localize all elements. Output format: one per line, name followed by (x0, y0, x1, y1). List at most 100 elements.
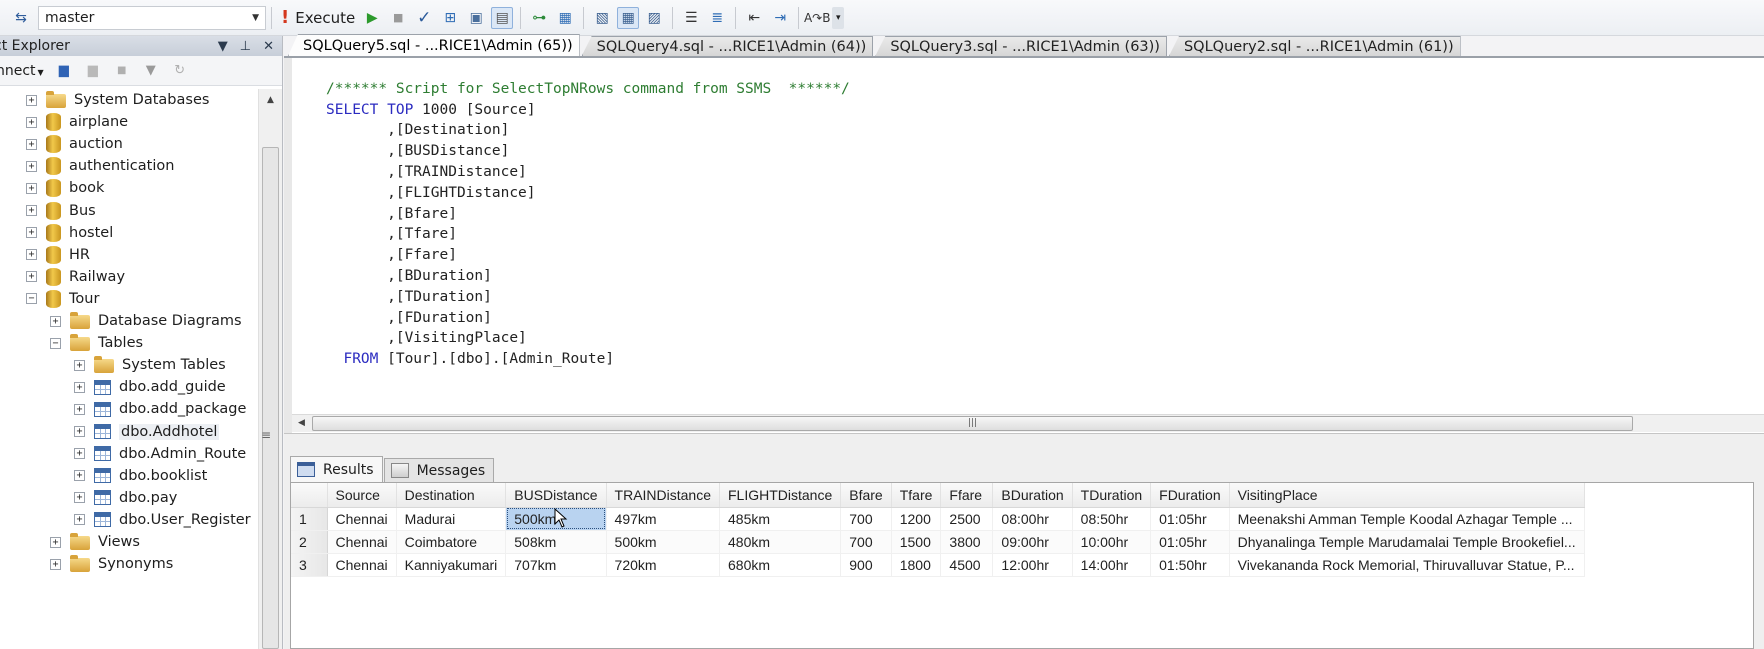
tree-item[interactable]: + airplane (26, 111, 128, 133)
grid-cell[interactable]: Chennai (327, 553, 397, 577)
expand-icon[interactable]: + (74, 381, 85, 393)
expand-icon[interactable]: + (74, 514, 85, 526)
grid-cell[interactable]: 680km (719, 553, 842, 577)
tree-item[interactable]: + dbo.User_Register (74, 509, 251, 531)
grid-cell[interactable]: Vivekananda Rock Memorial, Thiruvalluvar… (1229, 553, 1585, 577)
disconnect-icon[interactable]: ▆ (83, 62, 103, 80)
document-tab[interactable]: SQLQuery2.sql - ...RICE1\Admin (61)) (1168, 36, 1461, 56)
expand-icon[interactable]: + (26, 249, 37, 261)
grid-cell[interactable]: 2500 (940, 507, 994, 531)
panel-menu-icon[interactable]: ▼ (218, 39, 228, 54)
grid-cell[interactable]: 900 (840, 553, 892, 577)
tree-item[interactable]: + auction (26, 133, 123, 155)
grid-cell[interactable]: 1500 (891, 530, 942, 554)
column-header[interactable]: FLIGHTDistance (719, 483, 842, 508)
expand-icon[interactable]: + (26, 205, 37, 216)
tree-item[interactable]: + Database Diagrams (50, 310, 242, 332)
sql-code[interactable]: /****** Script for SelectTopNRows comman… (326, 58, 850, 412)
tree-item[interactable]: + dbo.add_guide (74, 376, 226, 398)
column-header[interactable]: BUSDistance (505, 483, 607, 508)
grid-cell[interactable]: 485km (719, 507, 842, 531)
tree-item[interactable]: + dbo.add_package (74, 398, 246, 420)
scroll-left-icon[interactable]: ◀ (298, 418, 305, 428)
expand-icon[interactable]: + (50, 315, 61, 327)
expand-icon[interactable]: + (26, 227, 37, 239)
column-header[interactable]: TRAINDistance (606, 483, 721, 508)
available-databases-dropdown[interactable]: master ▼ (38, 5, 266, 30)
tree-item[interactable]: + System Tables (74, 354, 226, 376)
document-tab[interactable]: SQLQuery4.sql - ...RICE1\Admin (64)) (581, 36, 874, 56)
column-header[interactable]: Ffare (940, 483, 994, 508)
close-icon[interactable]: ✕ (263, 39, 274, 54)
tree-item[interactable]: + HR (26, 244, 90, 266)
expand-icon[interactable]: + (74, 470, 85, 482)
column-header[interactable]: Source (327, 483, 397, 508)
tab-results[interactable]: Results (290, 456, 383, 482)
tab-messages[interactable]: Messages (383, 458, 495, 482)
grid-cell[interactable]: 707km (505, 553, 607, 577)
column-header[interactable]: TDuration (1072, 483, 1152, 508)
decrease-indent-icon[interactable]: ⇤ (743, 7, 765, 29)
comment-icon[interactable]: ☰ (680, 7, 702, 29)
include-plan-icon[interactable]: ⊶ (528, 7, 550, 29)
debug-run-icon[interactable]: ▶ (361, 7, 383, 29)
grid-cell[interactable]: 480km (719, 530, 842, 554)
expand-icon[interactable]: + (74, 359, 85, 371)
uncomment-icon[interactable]: ≣ (706, 7, 728, 29)
tree-item[interactable]: + hostel (26, 222, 113, 244)
document-tab[interactable]: SQLQuery5.sql - ...RICE1\Admin (65)) (288, 34, 580, 56)
results-to-text-icon[interactable]: ▧ (591, 7, 613, 29)
grid-cell[interactable]: 1200 (891, 507, 942, 531)
grid-cell[interactable]: Meenakshi Amman Temple Koodal Azhagar Te… (1229, 507, 1585, 531)
stop-icon[interactable]: ■ (387, 7, 409, 29)
pin-icon[interactable]: ⊥ (240, 39, 251, 54)
grid-cell[interactable]: 10:00hr (1072, 530, 1152, 554)
expand-icon[interactable]: + (26, 94, 37, 106)
selected-grid-cell[interactable]: 500km (505, 507, 607, 531)
grid-cell[interactable]: 4500 (940, 553, 994, 577)
grid-cell[interactable]: 1800 (891, 553, 942, 577)
column-header[interactable]: Destination (396, 483, 507, 508)
column-header[interactable]: VisitingPlace (1229, 483, 1585, 508)
results-to-file-icon[interactable]: ▨ (643, 7, 665, 29)
row-number[interactable]: 3 (291, 553, 328, 577)
tree-item[interactable]: + authentication (26, 155, 174, 177)
grid-cell[interactable]: 14:00hr (1072, 553, 1152, 577)
scrollbar-thumb[interactable]: ||| (312, 416, 1633, 431)
tree-item[interactable]: + Railway (26, 266, 125, 288)
tree-item[interactable]: − Tables (50, 332, 143, 354)
query-editor[interactable]: /****** Script for SelectTopNRows comman… (284, 58, 1764, 433)
expand-icon[interactable]: + (26, 138, 37, 150)
grid-cell[interactable]: 700 (840, 507, 892, 531)
grid-cell[interactable]: 09:00hr (992, 530, 1073, 554)
tree-item[interactable]: + dbo.booklist (74, 465, 207, 487)
tree-item[interactable]: + Synonyms (50, 553, 173, 575)
scrollbar-thumb[interactable] (262, 147, 279, 649)
expand-icon[interactable]: + (74, 403, 85, 415)
splitter-grip-icon[interactable]: ≡ (261, 428, 271, 442)
tree-item[interactable]: + book (26, 177, 104, 199)
grid-cell[interactable]: 01:05hr (1150, 507, 1230, 531)
grid-cell[interactable]: Dhyanalinga Temple Marudamalai Temple Br… (1229, 530, 1585, 554)
scroll-up-icon[interactable]: ▲ (259, 89, 282, 111)
document-tab[interactable]: SQLQuery3.sql - ...RICE1\Admin (63)) (875, 36, 1167, 56)
grid-cell[interactable]: 12:00hr (992, 553, 1073, 577)
stop-icon[interactable]: ■ (112, 62, 132, 80)
refresh-icon[interactable]: ↻ (170, 62, 190, 80)
increase-indent-icon[interactable]: ⇥ (769, 7, 791, 29)
results-to-grid-icon[interactable]: ▦ (617, 6, 640, 29)
parse-icon[interactable]: ✓ (413, 7, 435, 29)
column-header[interactable]: Bfare (840, 483, 892, 508)
row-number-header[interactable] (291, 483, 328, 508)
tree-item[interactable]: + dbo.Admin_Route (74, 443, 246, 465)
connect-server-icon[interactable]: ▆ (54, 62, 74, 80)
tree-item[interactable]: + System Databases (26, 89, 209, 111)
connect-button[interactable]: nnect ▼ (0, 63, 44, 79)
grid-cell[interactable]: 08:00hr (992, 507, 1073, 531)
expand-icon[interactable]: + (50, 558, 61, 570)
specify-template-values-icon[interactable]: A↷B (804, 7, 831, 29)
expand-icon[interactable]: + (74, 426, 85, 437)
collapse-icon[interactable]: − (50, 337, 61, 349)
display-plan-icon[interactable]: ⊞ (439, 7, 461, 29)
execute-button[interactable]: ! Execute (277, 7, 359, 28)
